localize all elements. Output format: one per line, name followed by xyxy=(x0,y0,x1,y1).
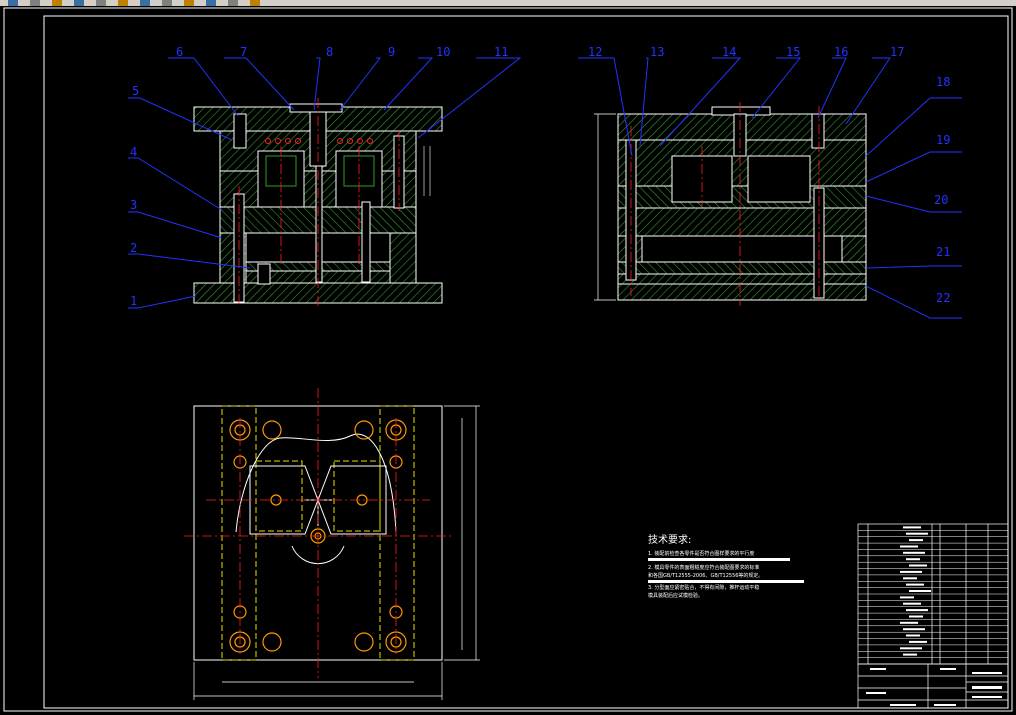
label-8: 8 xyxy=(326,45,333,59)
label-5: 5 xyxy=(132,84,139,98)
tech-line-1: 1. 装配前检查各零件是否符合图样要求的平行度 xyxy=(648,550,754,557)
label-13: 13 xyxy=(650,45,664,59)
bom-rows xyxy=(858,526,1008,658)
label-19: 19 xyxy=(936,133,950,147)
tech-line-3: 和各国GB/T12555-2006、GB/T12556等的规定。 xyxy=(648,572,763,579)
label-1: 1 xyxy=(130,294,137,308)
label-3: 3 xyxy=(130,198,137,212)
tech-line-5: 模具装配后应试模检验。 xyxy=(648,592,703,599)
label-4: 4 xyxy=(130,145,137,159)
label-7: 7 xyxy=(240,45,247,59)
label-21: 21 xyxy=(936,245,950,259)
label-20: 20 xyxy=(934,193,948,207)
label-22: 22 xyxy=(936,291,950,305)
side-section-view xyxy=(594,102,867,306)
mold-assembly-drawing: 1 2 3 4 5 6 7 8 9 10 11 12 13 14 15 16 1… xyxy=(3,7,1013,712)
label-17: 17 xyxy=(890,45,904,59)
label-14: 14 xyxy=(722,45,736,59)
outer-border xyxy=(3,7,1013,712)
tech-line-4: 3. 分型面应紧密贴合，不得有间隙，推杆运动平稳 xyxy=(648,584,759,591)
label-10: 10 xyxy=(436,45,450,59)
tech-line-2: 2. 模具零件的表面粗糙度应符合装配图要求的标准 xyxy=(648,564,759,571)
label-6: 6 xyxy=(176,45,183,59)
label-16: 16 xyxy=(834,45,848,59)
label-18: 18 xyxy=(936,75,950,89)
tech-title: 技术要求: xyxy=(648,533,691,546)
label-2: 2 xyxy=(130,241,137,255)
plan-view xyxy=(184,388,480,700)
label-12: 12 xyxy=(588,45,602,59)
label-9: 9 xyxy=(388,45,395,59)
front-section-view xyxy=(193,98,443,308)
technical-requirements: 技术要求: 1. 装配前检查各零件是否符合图样要求的平行度 2. 模具零件的表面… xyxy=(648,533,804,599)
label-11: 11 xyxy=(494,45,508,59)
label-15: 15 xyxy=(786,45,800,59)
